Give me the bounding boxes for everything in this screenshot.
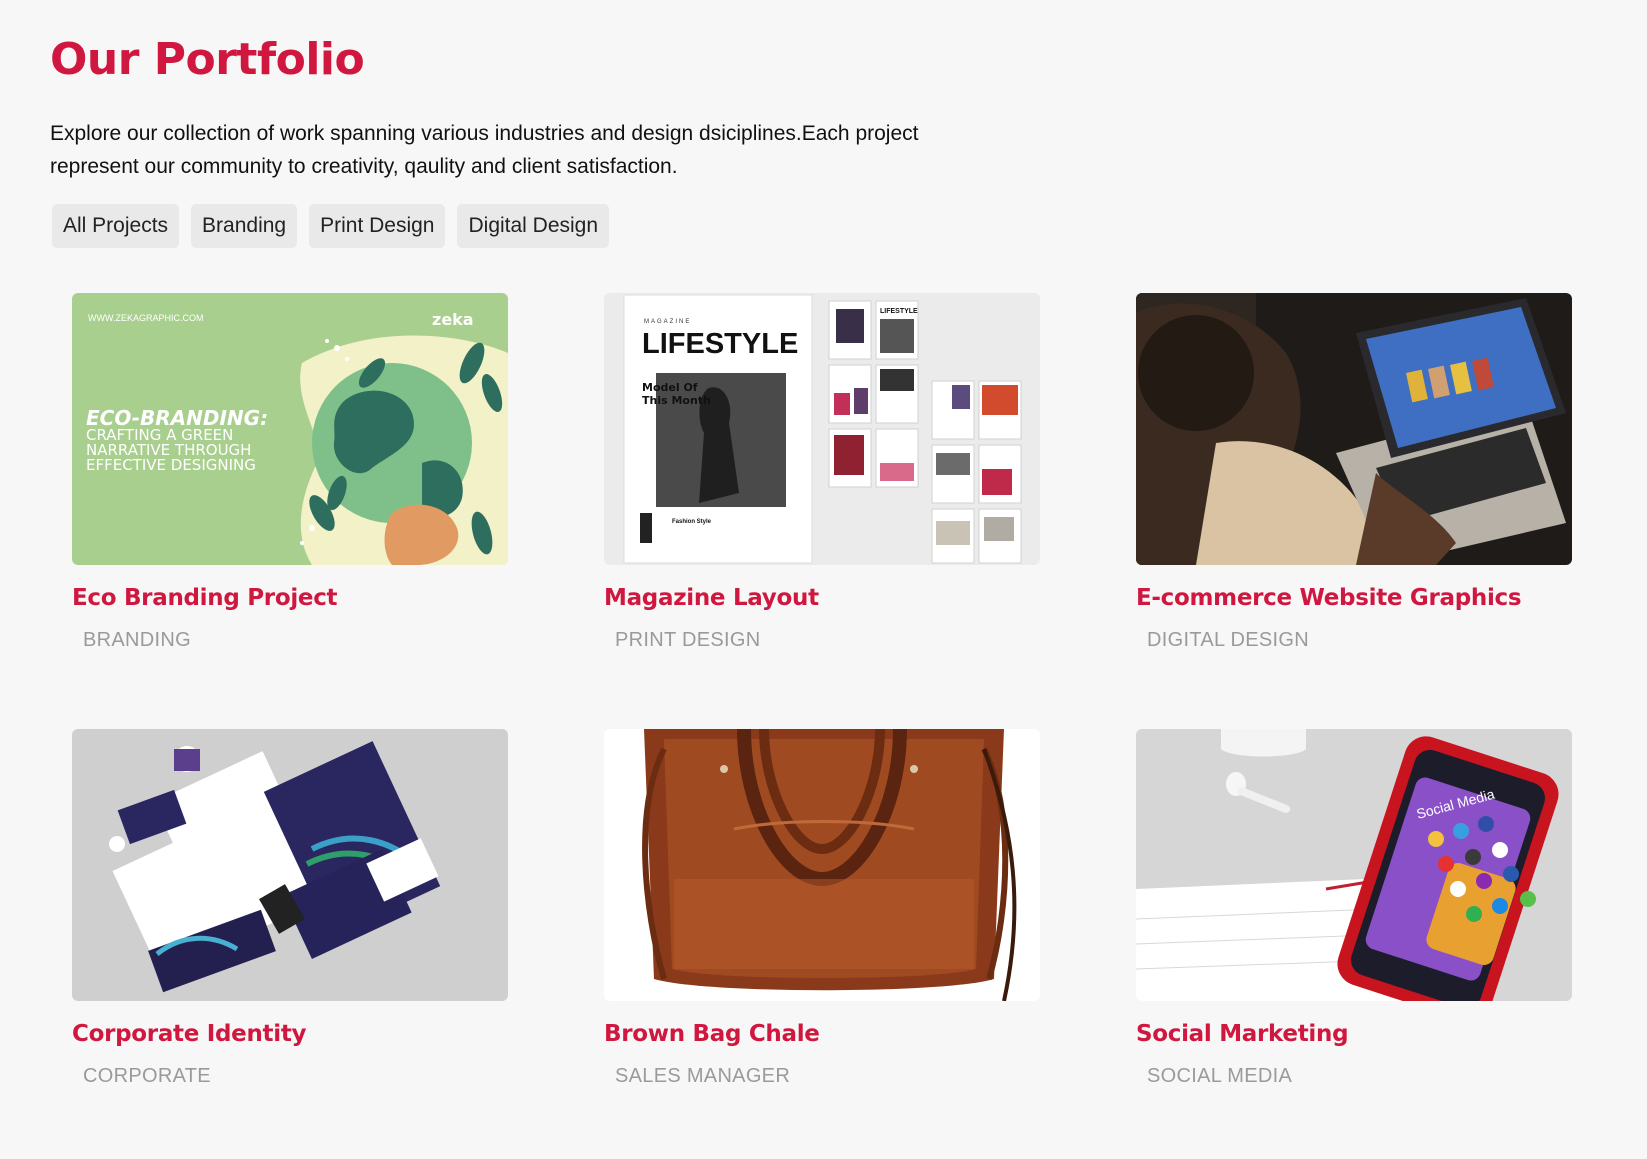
project-category: CORPORATE xyxy=(83,1065,211,1087)
filter-print-design[interactable]: Print Design xyxy=(309,204,446,248)
project-card-corporate-identity[interactable]: Corporate Identity CORPORATE xyxy=(72,729,508,1087)
magazine-kicker: MAGAZINE xyxy=(644,319,691,325)
project-thumbnail[interactable] xyxy=(72,729,508,1001)
eco-site-url: WWW.ZEKAGRAPHIC.COM xyxy=(88,313,204,323)
page-title: Our Portfolio xyxy=(50,34,365,85)
project-thumbnail[interactable] xyxy=(1136,293,1572,565)
project-thumbnail[interactable]: MAGAZINE LIFESTYLE Model Of This Month F… xyxy=(604,293,1040,565)
project-card-magazine-layout[interactable]: MAGAZINE LIFESTYLE Model Of This Month F… xyxy=(604,293,1040,651)
project-title[interactable]: Brown Bag Chale xyxy=(604,1021,820,1047)
filter-all-projects[interactable]: All Projects xyxy=(52,204,180,248)
project-card-eco-branding[interactable]: WWW.ZEKAGRAPHIC.COM zeka ECO-BRANDING: C… xyxy=(72,293,508,651)
project-card-social-marketing[interactable]: Social Media Social Marketing SOCIAL MED… xyxy=(1136,729,1572,1087)
filter-bar: All Projects Branding Print Design Digit… xyxy=(52,204,610,248)
eco-line-3: EFFECTIVE DESIGNING xyxy=(86,456,256,474)
project-title[interactable]: E-commerce Website Graphics xyxy=(1136,585,1522,611)
magazine-footer: Fashion Style xyxy=(672,519,712,525)
project-thumbnail[interactable]: WWW.ZEKAGRAPHIC.COM zeka ECO-BRANDING: C… xyxy=(72,293,508,565)
magazine-feature-2: This Month xyxy=(642,394,711,407)
project-thumbnail[interactable] xyxy=(604,729,1040,1001)
eco-logo: zeka xyxy=(432,310,474,329)
intro-text: Explore our collection of work spanning … xyxy=(50,117,1010,183)
magazine-small-masthead: LIFESTYLE xyxy=(880,308,918,315)
project-category: BRANDING xyxy=(83,629,191,651)
project-title[interactable]: Magazine Layout xyxy=(604,585,819,611)
project-thumbnail[interactable]: Social Media xyxy=(1136,729,1572,1001)
filter-branding[interactable]: Branding xyxy=(191,204,298,248)
project-category: DIGITAL DESIGN xyxy=(1147,629,1310,651)
magazine-feature-1: Model Of xyxy=(642,381,698,394)
project-card-ecommerce-graphics[interactable]: E-commerce Website Graphics DIGITAL DESI… xyxy=(1136,293,1572,651)
project-title[interactable]: Corporate Identity xyxy=(72,1021,307,1047)
project-category: SOCIAL MEDIA xyxy=(1147,1065,1293,1087)
filter-digital-design[interactable]: Digital Design xyxy=(457,204,610,248)
intro-line-2: represent our community to creativity, q… xyxy=(50,155,678,178)
magazine-masthead: LIFESTYLE xyxy=(642,328,798,360)
project-card-brown-bag[interactable]: Brown Bag Chale SALES MANAGER xyxy=(604,729,1040,1087)
project-title[interactable]: Eco Branding Project xyxy=(72,585,338,611)
intro-line-1: Explore our collection of work spanning … xyxy=(50,122,919,145)
project-title[interactable]: Social Marketing xyxy=(1136,1021,1349,1047)
project-category: PRINT DESIGN xyxy=(615,629,761,651)
project-category: SALES MANAGER xyxy=(615,1065,791,1087)
